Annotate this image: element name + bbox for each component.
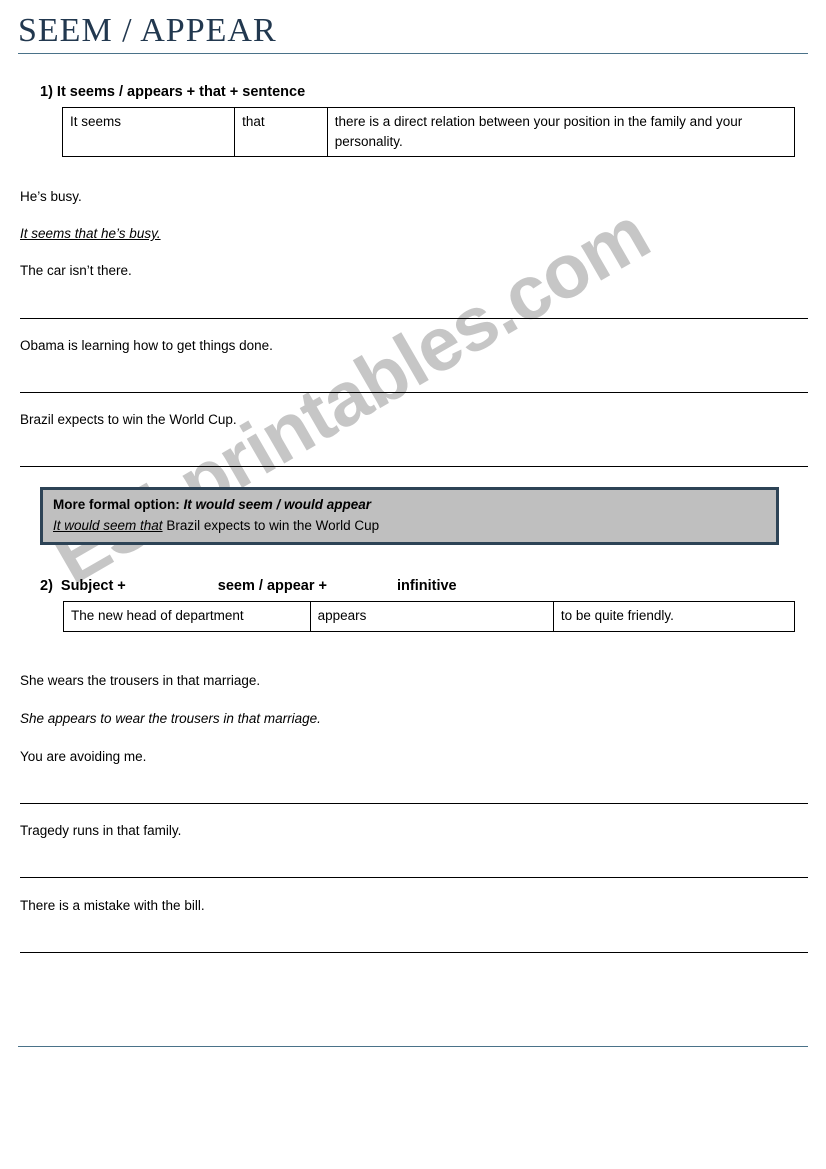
section-2-heading-part-2: seem / appear + <box>217 578 327 594</box>
section-1-example-table: It seems that there is a direct relation… <box>61 106 796 158</box>
formal-option-example-prefix: It would seem that <box>53 517 163 533</box>
table-cell-clause: there is a direct relation between your … <box>326 106 796 158</box>
formal-option-example-rest: Brazil expects to win the World Cup <box>162 517 380 533</box>
answer-blank-line[interactable] <box>20 877 808 878</box>
table-row: The new head of department appears to be… <box>63 601 796 632</box>
table-row: It seems that there is a direct relation… <box>61 106 796 158</box>
prompt-sentence: There is a mistake with the bill. <box>20 898 205 913</box>
section-2-heading-part-1: Subject + <box>60 578 126 594</box>
table-cell-verb: appears <box>309 601 554 632</box>
formal-option-label: More formal option: <box>53 497 180 512</box>
answer-blank-line[interactable] <box>20 318 808 319</box>
more-formal-option-box: More formal option: It would seem / woul… <box>40 487 779 545</box>
table-cell-infinitive: to be quite friendly. <box>552 601 796 632</box>
table-cell-subject: It seems <box>61 106 236 158</box>
formal-option-line-1: More formal option: It would seem / woul… <box>53 495 776 516</box>
section-1-heading: 1) It seems / appears + that + sentence <box>40 84 306 100</box>
answer-example: She appears to wear the trousers in that… <box>20 711 321 726</box>
answer-example: It seems that he’s busy. <box>20 226 161 241</box>
prompt-sentence: She wears the trousers in that marriage. <box>20 673 261 688</box>
prompt-sentence: Obama is learning how to get things done… <box>20 338 273 353</box>
section-2-heading: 2) Subject + seem / appear + infinitive <box>40 578 457 594</box>
page-title: SEEM / APPEAR <box>18 12 277 49</box>
answer-blank-line[interactable] <box>20 466 808 467</box>
prompt-sentence: Tragedy runs in that family. <box>20 823 182 838</box>
answer-blank-line[interactable] <box>20 803 808 804</box>
prompt-sentence: Brazil expects to win the World Cup. <box>20 412 237 427</box>
prompt-sentence: You are avoiding me. <box>20 749 147 764</box>
section-2-example-table: The new head of department appears to be… <box>63 601 796 632</box>
formal-option-forms: It would seem / would appear <box>183 497 372 512</box>
section-2-heading-part-3: infinitive <box>397 578 457 594</box>
section-2-number: 2) <box>40 578 53 594</box>
header-divider <box>18 53 808 54</box>
answer-blank-line[interactable] <box>20 952 808 953</box>
formal-option-line-2: It would seem that Brazil expects to win… <box>53 516 776 537</box>
answer-blank-line[interactable] <box>20 392 808 393</box>
table-cell-that: that <box>234 106 328 158</box>
footer-divider <box>18 1046 808 1047</box>
prompt-sentence: He’s busy. <box>20 189 82 204</box>
worksheet-page: ESLprintables.com SEEM / APPEAR 1) It se… <box>0 0 826 1169</box>
table-cell-subject: The new head of department <box>63 601 311 632</box>
prompt-sentence: The car isn’t there. <box>20 263 132 278</box>
